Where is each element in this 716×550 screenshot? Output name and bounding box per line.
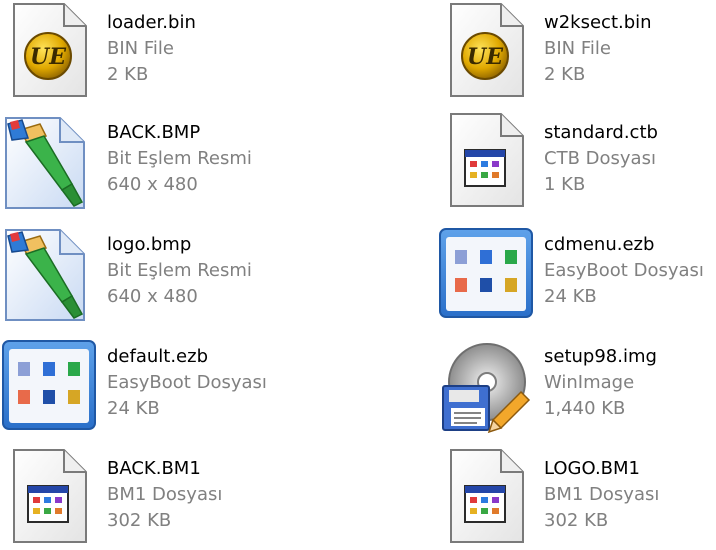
file-type: CTB Dosyası [544,148,656,169]
file-item-w2ksect-bin[interactable]: UE w2ksect.bin BIN File 2 KB [437,0,716,100]
file-name: w2ksect.bin [544,12,652,33]
file-type: Bit Eşlem Resmi [107,260,252,281]
generic-application-document-icon [437,446,537,546]
file-type: BIN File [107,38,174,59]
file-item-standard-ctb[interactable]: standard.ctb CTB Dosyası 1 KB [437,110,716,210]
file-name: default.ezb [107,346,209,367]
file-item-cdmenu-ezb[interactable]: cdmenu.ezb EasyBoot Dosyası 24 KB [437,222,716,322]
file-name: logo.bmp [107,234,192,255]
file-size: 2 KB [544,64,586,85]
file-name: setup98.img [544,346,657,367]
winimage-disk-icon [437,334,537,434]
file-name: loader.bin [107,12,196,33]
file-type: BM1 Dosyası [107,484,223,505]
easyboot-file-icon [0,334,100,434]
file-type: BIN File [544,38,611,59]
file-item-logo-bmp[interactable]: logo.bmp Bit Eşlem Resmi 640 x 480 [0,222,300,322]
file-item-default-ezb[interactable]: default.ezb EasyBoot Dosyası 24 KB [0,334,300,434]
file-size: 302 KB [544,510,609,531]
file-name: BACK.BM1 [107,458,201,479]
file-name: BACK.BMP [107,122,201,143]
file-size: 2 KB [107,64,149,85]
file-item-back-bmp[interactable]: BACK.BMP Bit Eşlem Resmi 640 x 480 [0,110,300,210]
file-size: 1,440 KB [544,398,626,419]
file-size: 1 KB [544,174,586,195]
file-item-loader-bin[interactable]: UE loader.bin BIN File 2 KB [0,0,300,100]
paint-bitmap-icon [0,222,100,322]
svg-text:UE: UE [467,44,504,70]
ultraedit-document-icon: UE [437,0,537,100]
file-name: standard.ctb [544,122,658,143]
file-name: LOGO.BM1 [544,458,640,479]
image-dimensions: 640 x 480 [107,174,198,195]
file-type: Bit Eşlem Resmi [107,148,252,169]
file-name: cdmenu.ezb [544,234,655,255]
file-item-setup98-img[interactable]: setup98.img WinImage 1,440 KB [437,334,716,434]
generic-application-document-icon [437,110,537,210]
file-size: 302 KB [107,510,172,531]
file-type: EasyBoot Dosyası [544,260,704,281]
file-type: BM1 Dosyası [544,484,660,505]
generic-application-document-icon [0,446,100,546]
easyboot-file-icon [437,222,537,322]
svg-text:UE: UE [30,44,67,70]
file-type: WinImage [544,372,635,393]
file-size: 24 KB [107,398,160,419]
file-type: EasyBoot Dosyası [107,372,267,393]
file-item-logo-bm1[interactable]: LOGO.BM1 BM1 Dosyası 302 KB [437,446,716,546]
ultraedit-document-icon: UE [0,0,100,100]
file-item-back-bm1[interactable]: BACK.BM1 BM1 Dosyası 302 KB [0,446,300,546]
paint-bitmap-icon [0,110,100,210]
image-dimensions: 640 x 480 [107,286,198,307]
file-size: 24 KB [544,286,597,307]
